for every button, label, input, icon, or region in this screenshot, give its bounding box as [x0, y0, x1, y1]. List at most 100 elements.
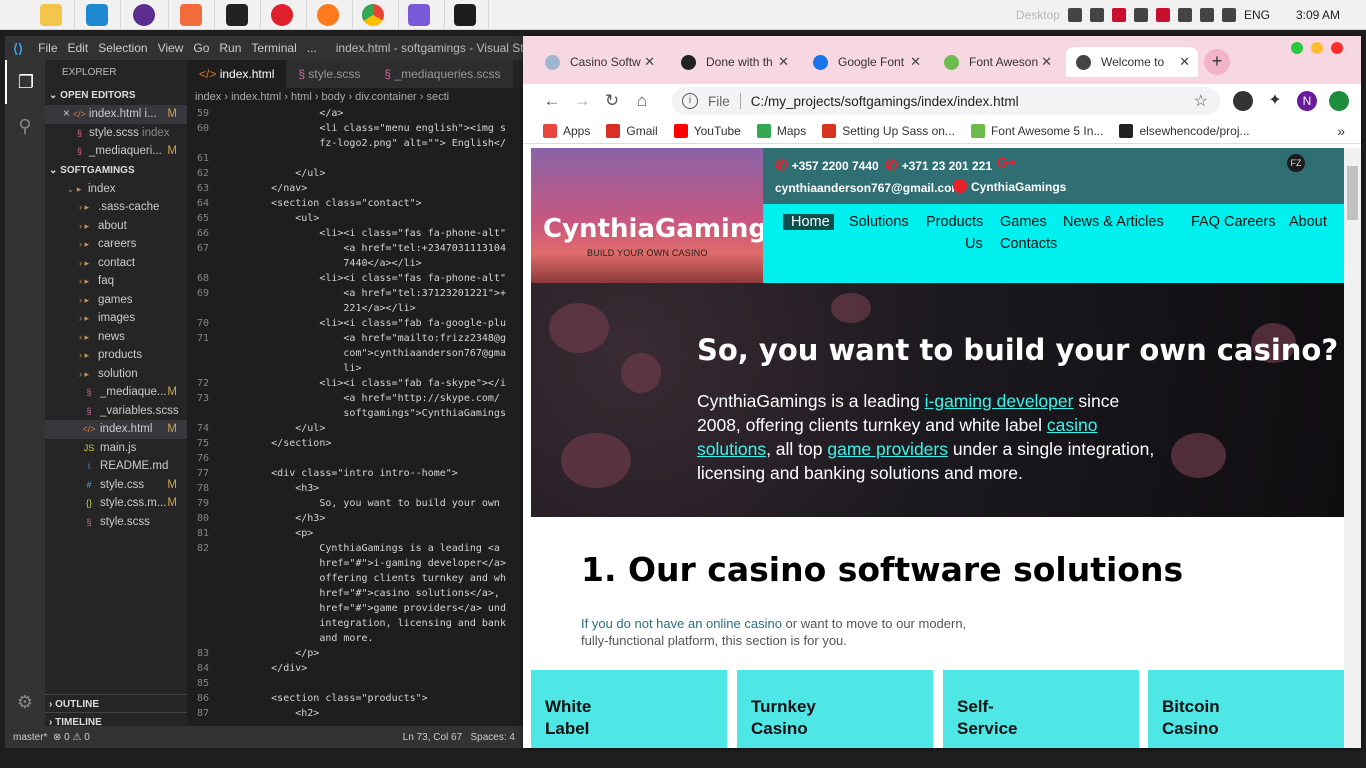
forward-icon[interactable]: →	[567, 91, 597, 111]
file-tree-item[interactable]: § _variables.scss	[45, 402, 187, 421]
code-line[interactable]: 70 <li><i class="fab fa-google-plu	[187, 316, 523, 331]
scrollbar-thumb[interactable]	[1347, 166, 1358, 220]
home-icon[interactable]: ⌂	[627, 91, 657, 111]
breadcrumb[interactable]: index › index.html › html › body › div.c…	[187, 88, 523, 106]
file-explorer-icon[interactable]	[40, 4, 62, 26]
menu-selection[interactable]: Selection	[93, 41, 152, 55]
tab-style-scss[interactable]: § style.scss	[286, 60, 373, 88]
code-line[interactable]: 76	[187, 451, 523, 466]
explorer-icon[interactable]: ❐	[5, 60, 45, 104]
phone-link-1[interactable]: ✆ +357 2200 7440	[775, 156, 879, 174]
card-bitcoin-casino[interactable]: Bitcoin Casino	[1148, 670, 1344, 748]
bookmark-youtube[interactable]: YouTube	[673, 123, 741, 138]
language-flag-icon[interactable]: FZ	[1287, 154, 1305, 172]
code-line[interactable]: 7440</a></li>	[187, 256, 523, 271]
file-tree-item[interactable]: › ▸ about	[45, 217, 187, 236]
card-turnkey-casino[interactable]: Turnkey Casino	[737, 670, 933, 748]
open-editor-item[interactable]: § _mediaqueri... M	[45, 142, 187, 161]
problems-indicator[interactable]: ⊗ 0 ⚠ 0	[53, 732, 90, 743]
code-line[interactable]: 69 <a href="tel:37123201221">+	[187, 286, 523, 301]
code-line[interactable]: fz-logo2.png" alt=""> English</	[187, 136, 523, 151]
link-game-providers[interactable]: game providers	[827, 439, 948, 459]
code-line[interactable]: 62 </ul>	[187, 166, 523, 181]
code-line[interactable]: 221</a></li>	[187, 301, 523, 316]
firefox-icon[interactable]	[317, 4, 339, 26]
update-icon[interactable]	[1329, 91, 1349, 111]
browser-tab[interactable]: Font Aweson ✕	[934, 47, 1060, 77]
code-line[interactable]: 80 </h3>	[187, 511, 523, 526]
skype-link[interactable]: CynthiaGamings	[953, 179, 1066, 194]
outline-section[interactable]: › OUTLINE	[45, 694, 187, 713]
nav-careers[interactable]: Careers	[1224, 214, 1276, 230]
browser-tab[interactable]: Casino Softw ✕	[535, 47, 663, 77]
code-line[interactable]: 81 <p>	[187, 526, 523, 541]
nav-games[interactable]: Games	[1000, 214, 1047, 230]
code-line[interactable]: 78 <h3>	[187, 481, 523, 496]
indentation[interactable]: Spaces: 4	[471, 732, 515, 743]
link-igaming-developer[interactable]: i-gaming developer	[925, 391, 1074, 411]
code-line[interactable]: 86 <section class="products">	[187, 691, 523, 706]
file-tree-item[interactable]: › ▸ solution	[45, 365, 187, 384]
terminal-icon[interactable]	[454, 4, 476, 26]
vscode-icon[interactable]	[86, 4, 108, 26]
nav-products[interactable]: Products	[926, 214, 983, 230]
page-scrollbar[interactable]	[1344, 148, 1361, 748]
code-line[interactable]: 74 </ul>	[187, 421, 523, 436]
language-indicator[interactable]: ENG	[1244, 8, 1270, 22]
tray-app-icon[interactable]	[1111, 8, 1126, 22]
bookmark-maps[interactable]: Maps	[756, 123, 806, 138]
code-line[interactable]: 73 <a href="http://skype.com/	[187, 391, 523, 406]
solutions-link[interactable]: If you do not have an online casino	[581, 616, 782, 631]
opera-icon[interactable]	[271, 4, 293, 26]
open-editor-item[interactable]: § style.scss index	[45, 124, 187, 143]
code-line[interactable]: 83 </p>	[187, 646, 523, 661]
desktop-label[interactable]: Desktop	[1016, 8, 1060, 22]
app-icon[interactable]	[408, 4, 430, 26]
site-logo[interactable]: CynthiaGamings BUILD YOUR OWN CASINO	[531, 148, 782, 283]
figma-icon[interactable]	[180, 4, 202, 26]
code-line[interactable]: href="#">casino solutions</a>,	[187, 586, 523, 601]
code-line[interactable]: 77 <div class="intro intro--home">	[187, 466, 523, 481]
browser-tab[interactable]: Google Font ✕	[803, 47, 929, 77]
nav-contacts[interactable]: Contacts	[1000, 236, 1057, 252]
code-editor[interactable]: </> index.html § style.scss § _mediaquer…	[187, 60, 523, 726]
profile-avatar[interactable]: N	[1297, 91, 1317, 111]
chrome-icon[interactable]	[362, 4, 384, 26]
tab-close-icon[interactable]: ✕	[644, 54, 655, 70]
phone-link-2[interactable]: ✆ +371 23 201 221	[885, 156, 992, 174]
battery-icon[interactable]	[1177, 8, 1192, 22]
browser-tab-active[interactable]: Welcome to ✕	[1066, 47, 1198, 77]
minimize-button[interactable]	[1311, 42, 1323, 54]
code-line[interactable]: 67 <a href="tel:+2347031113104	[187, 241, 523, 256]
menu-terminal[interactable]: Terminal	[246, 41, 301, 55]
nav-about[interactable]: About	[1289, 214, 1327, 230]
code-line[interactable]: href="#">i-gaming developer</a>	[187, 556, 523, 571]
file-tree-item[interactable]: </> index.html M	[45, 420, 187, 439]
code-line[interactable]: 60 <li class="menu english"><img s	[187, 121, 523, 136]
bookmark-gmail[interactable]: Gmail	[606, 123, 658, 138]
search-icon[interactable]: ⚲	[5, 104, 45, 148]
nav-news-articles[interactable]: News & Articles	[1063, 214, 1164, 230]
nav-solutions[interactable]: Solutions	[849, 214, 909, 230]
tray-app-icon[interactable]	[1155, 8, 1170, 22]
puzzle-icon[interactable]: ✦	[1265, 91, 1285, 111]
email-link[interactable]: cynthiaanderson767@gmail.com	[775, 181, 962, 195]
file-tree-item[interactable]: {} style.css.m... M	[45, 494, 187, 513]
code-line[interactable]: offering clients turnkey and wh	[187, 571, 523, 586]
nav-about-us-wrap[interactable]: Us	[965, 236, 983, 252]
code-line[interactable]: 61	[187, 151, 523, 166]
file-tree-item[interactable]: › ▸ games	[45, 291, 187, 310]
bookmark-sass[interactable]: Setting Up Sass on...	[822, 123, 955, 138]
code-line[interactable]: 68 <li><i class="fas fa-phone-alt"	[187, 271, 523, 286]
file-tree-item[interactable]: JS main.js	[45, 439, 187, 458]
code-line[interactable]: li>	[187, 361, 523, 376]
branch-indicator[interactable]: master*	[13, 732, 47, 743]
tray-app-icon[interactable]	[1089, 8, 1104, 22]
code-line[interactable]: 71 <a href="mailto:frizz2348@g	[187, 331, 523, 346]
tab-close-icon[interactable]: ✕	[1179, 54, 1190, 70]
code-line[interactable]: softgamings">CynthiaGamings	[187, 406, 523, 421]
file-tree-item[interactable]: › ▸ products	[45, 346, 187, 365]
bookmark-star-icon[interactable]: ☆	[1194, 91, 1208, 111]
code-line[interactable]: 79 So, you want to build your own	[187, 496, 523, 511]
maximize-button[interactable]	[1291, 42, 1303, 54]
